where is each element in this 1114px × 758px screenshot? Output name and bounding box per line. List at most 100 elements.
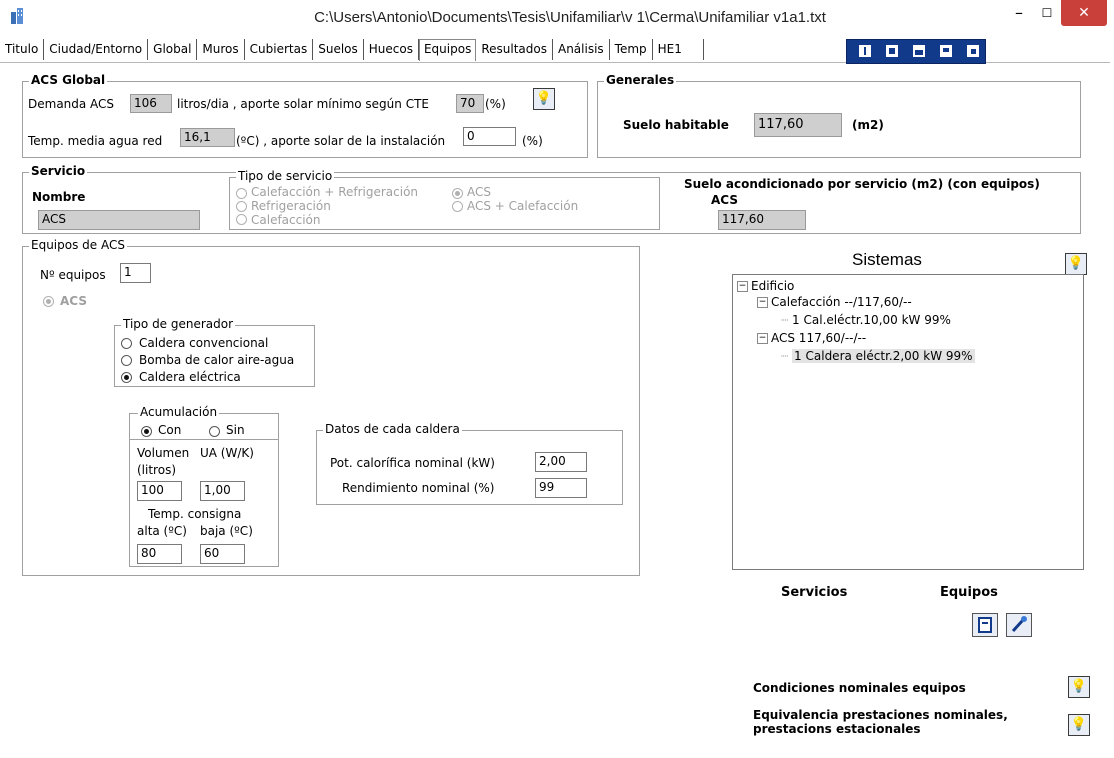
servicio-title: Servicio [29, 164, 88, 178]
percent-label-2: (%) [522, 134, 543, 148]
edit-equipo-button[interactable] [972, 613, 998, 637]
equivalencia-label-2: prestacions estacionales [753, 722, 921, 736]
folder-icon[interactable] [911, 43, 927, 59]
generales-title: Generales [604, 73, 677, 87]
app-icon [11, 8, 23, 24]
radio-con-label: Con [158, 423, 182, 437]
tipo-generador-title: Tipo de generador [121, 317, 236, 331]
condiciones-lightbulb-icon[interactable]: 💡 [1068, 676, 1090, 698]
ua-label: UA (W/K) [200, 446, 254, 460]
radio-acs-equipos[interactable] [43, 296, 54, 307]
radio-acs-equipos-label: ACS [60, 294, 87, 308]
equipos-label: Equipos [940, 585, 998, 600]
temp-unit-label: (ºC) , aporte solar de la instalación [236, 134, 446, 148]
document-icon[interactable] [884, 43, 900, 59]
tab-cubiertas[interactable]: Cubiertas [245, 39, 314, 60]
demanda-acs-label: Demanda ACS [28, 97, 115, 111]
tab-global[interactable]: Global [148, 39, 198, 60]
tab-analisis[interactable]: Análisis [553, 39, 610, 60]
tools-equipo-button[interactable] [1006, 613, 1032, 637]
radio-calef-refrig[interactable] [236, 188, 247, 199]
tab-muros[interactable]: Muros [197, 39, 245, 60]
rendimiento-field[interactable]: 99 [535, 478, 587, 498]
n-equipos-field[interactable]: 1 [120, 263, 151, 283]
radio-refrigeracion[interactable] [236, 201, 247, 212]
acs-suelo-field[interactable]: 117,60 [718, 210, 806, 230]
demanda-acs-field[interactable]: 106 [130, 94, 172, 113]
info-icon[interactable] [857, 43, 873, 59]
litros-dia-label: litros/dia , aporte solar mínimo según C… [177, 97, 429, 111]
acs-global-title: ACS Global [29, 73, 108, 87]
volumen-field[interactable]: 100 [137, 481, 182, 501]
save-icon[interactable] [938, 43, 954, 59]
equivalencia-label-1: Equivalencia prestaciones nominales, [753, 708, 1008, 722]
acumulacion-title: Acumulación [138, 405, 220, 419]
pot-nominal-label: Pot. calorífica nominal (kW) [330, 456, 495, 470]
minimize-button[interactable]: – [1005, 0, 1033, 26]
radio-calefaccion[interactable] [236, 214, 247, 225]
temp-agua-field[interactable]: 16,1 [180, 128, 235, 147]
acs-label: ACS [711, 193, 738, 207]
tab-equipos[interactable]: Equipos [418, 39, 477, 61]
temp-alta-field[interactable]: 80 [137, 544, 182, 564]
baja-label: baja (ºC) [200, 524, 253, 538]
radio-acs[interactable] [452, 188, 463, 199]
nombre-field[interactable]: ACS [38, 210, 200, 230]
radio-sin-label: Sin [226, 423, 245, 437]
ua-field[interactable]: 1,00 [200, 481, 245, 501]
tree-node-calefaccion[interactable]: − Calefacción --/117,60/-- [757, 295, 912, 309]
radio-bomba-calor-label: Bomba de calor aire-agua [139, 353, 295, 367]
tab-suelos[interactable]: Suelos [313, 39, 364, 60]
tab-resultados[interactable]: Resultados [476, 39, 553, 60]
condiciones-label: Condiciones nominales equipos [753, 681, 966, 695]
lightbulb-icon[interactable]: 💡 [533, 88, 555, 110]
radio-caldera-convencional[interactable] [121, 338, 132, 349]
tab-titulo[interactable]: Titulo [0, 39, 45, 60]
radio-caldera-electrica[interactable] [121, 372, 132, 383]
tab-temp[interactable]: Temp [610, 39, 653, 60]
radio-sin[interactable] [209, 426, 220, 437]
equivalencia-lightbulb-icon[interactable]: 💡 [1068, 714, 1090, 736]
acumulacion-divider [129, 439, 279, 440]
suelo-acond-label: Suelo acondicionado por servicio (m2) (c… [684, 177, 1040, 191]
sistemas-title: Sistemas [852, 250, 922, 269]
tree-node-calef-equipo[interactable]: ┈ 1 Cal.eléctr.10,00 kW 99% [781, 313, 951, 327]
equipos-acs-group: Equipos de ACS [22, 238, 640, 576]
rendimiento-label: Rendimiento nominal (%) [342, 481, 495, 495]
suelo-unit-label: (m2) [852, 118, 884, 132]
temp-baja-field[interactable]: 60 [200, 544, 245, 564]
pot-nominal-field[interactable]: 2,00 [535, 452, 587, 472]
suelo-habitable-field[interactable]: 117,60 [754, 113, 842, 137]
tools-icon [1011, 616, 1027, 633]
radio-con[interactable] [141, 426, 152, 437]
tab-strip: Titulo Ciudad/Entorno Global Muros Cubiertas… [0, 39, 704, 61]
equipos-acs-title: Equipos de ACS [29, 238, 127, 252]
percent-label-1: (%) [485, 97, 506, 111]
radio-acs-calef[interactable] [452, 201, 463, 212]
servicios-label: Servicios [781, 585, 848, 600]
tab-ciudad-entorno[interactable]: Ciudad/Entorno [44, 39, 149, 60]
tab-he1[interactable]: HE1 [653, 39, 704, 60]
window-title: C:\Users\Antonio\Documents\Tesis\Unifami… [314, 9, 826, 26]
sistemas-tree[interactable]: − Edificio − Calefacción --/117,60/-- ┈ 1 … [732, 274, 1084, 570]
aporte-instalacion-field[interactable]: 0 [463, 127, 516, 146]
tree-node-acs[interactable]: − ACS 117,60/--/-- [757, 331, 866, 345]
radio-acs-label: ACS [467, 185, 491, 199]
n-equipos-label: Nº equipos [40, 268, 106, 282]
temp-consigna-label: Temp. consigna [148, 507, 242, 521]
alta-label: alta (ºC) [137, 524, 187, 538]
tree-node-edificio[interactable]: − Edificio [737, 279, 794, 293]
maximize-button[interactable]: ☐ [1033, 0, 1061, 26]
close-button[interactable]: ✕ [1061, 0, 1107, 26]
tab-huecos[interactable]: Huecos [364, 39, 419, 60]
aporte-minimo-field[interactable]: 70 [456, 94, 484, 113]
radio-calef-refrig-label: Calefacción + Refrigeración [251, 185, 419, 199]
copy-icon[interactable] [965, 43, 981, 59]
radio-acs-calef-label: ACS + Calefacción [467, 199, 579, 213]
sistemas-lightbulb-icon[interactable]: 💡 [1065, 253, 1087, 275]
tree-node-acs-equipo[interactable]: ┈ 1 Caldera eléctr.2,00 kW 99% [781, 349, 975, 363]
radio-caldera-convencional-label: Caldera convencional [139, 336, 269, 350]
radio-bomba-calor[interactable] [121, 355, 132, 366]
radio-calefaccion-label: Calefacción [251, 213, 321, 227]
edit-icon [978, 617, 992, 633]
